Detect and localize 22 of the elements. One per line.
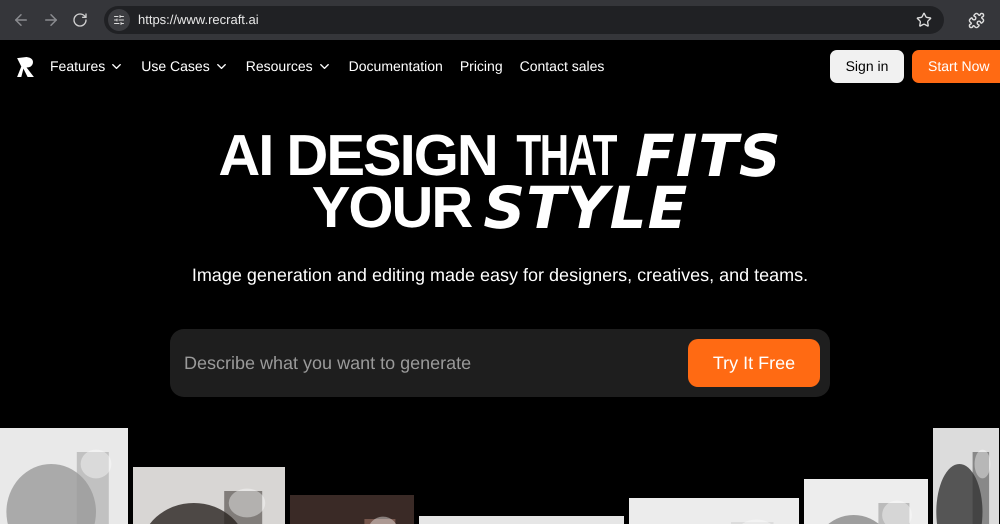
address-bar[interactable]: https://www.recraft.ai bbox=[104, 6, 944, 34]
headline-text: FITS bbox=[635, 130, 782, 182]
reload-icon[interactable] bbox=[72, 12, 88, 28]
nav-link[interactable]: Use Cases bbox=[141, 56, 229, 76]
nav-link[interactable]: Pricing bbox=[460, 56, 503, 76]
headline-text: STYLE bbox=[483, 182, 688, 234]
nav-link[interactable]: Documentation bbox=[348, 56, 443, 76]
subtitle: Image generation and editing made easy for designers, creatives, and teams. bbox=[192, 264, 808, 287]
headline-text: THAT bbox=[516, 130, 616, 182]
forward-icon[interactable] bbox=[42, 11, 60, 29]
nav-link[interactable]: Resources bbox=[246, 56, 332, 76]
extensions-icon[interactable] bbox=[968, 12, 985, 28]
nav-link[interactable]: Contact sales bbox=[520, 56, 604, 76]
headline-text: AI DESIGN bbox=[218, 130, 497, 182]
nav-link[interactable]: Features bbox=[50, 56, 124, 76]
back-icon[interactable] bbox=[12, 11, 30, 29]
bookmark-icon[interactable] bbox=[916, 12, 932, 28]
url-text: https://www.recraft.ai bbox=[138, 11, 260, 30]
site-settings-icon[interactable] bbox=[113, 14, 125, 26]
logo-icon[interactable] bbox=[15, 56, 36, 76]
headline-text: YOUR bbox=[312, 182, 472, 234]
sign-in-button[interactable]: Sign in bbox=[830, 50, 904, 82]
